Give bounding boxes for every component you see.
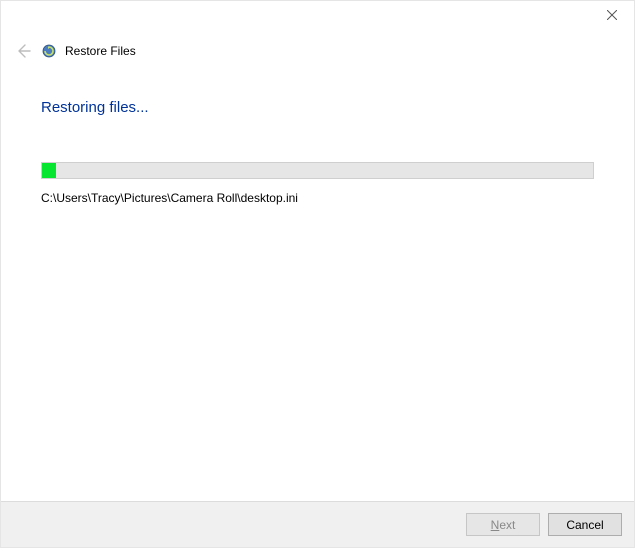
- next-button: Next: [466, 513, 540, 536]
- restore-files-icon: [41, 43, 57, 59]
- progress-bar: [41, 162, 594, 179]
- close-button[interactable]: [589, 1, 634, 29]
- next-label-rest: ext: [499, 518, 515, 532]
- close-icon: [607, 10, 617, 20]
- header-row: Restore Files: [1, 41, 634, 61]
- current-file-path: C:\Users\Tracy\Pictures\Camera Roll\desk…: [41, 191, 594, 205]
- footer: Next Cancel: [1, 501, 634, 547]
- content-area: Restoring files... C:\Users\Tracy\Pictur…: [1, 61, 634, 205]
- titlebar: [1, 1, 634, 33]
- window-title: Restore Files: [65, 44, 136, 58]
- progress-fill: [42, 163, 56, 178]
- back-arrow-icon: [15, 43, 31, 59]
- back-button: [13, 41, 33, 61]
- cancel-button[interactable]: Cancel: [548, 513, 622, 536]
- page-heading: Restoring files...: [41, 99, 594, 116]
